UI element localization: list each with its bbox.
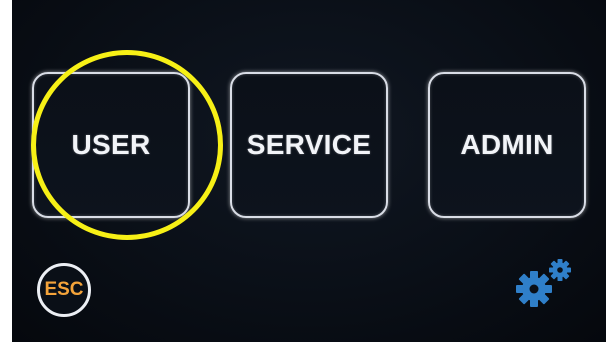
gear-icon — [516, 259, 571, 307]
user-button[interactable]: USER — [32, 72, 190, 218]
service-button-label: SERVICE — [246, 129, 372, 160]
admin-button[interactable]: ADMIN — [428, 72, 586, 218]
photo-frame: USER SERVICE ADMIN ESC — [0, 0, 613, 345]
esc-button-label: ESC — [44, 279, 84, 300]
user-button-label: USER — [71, 129, 151, 160]
settings-button[interactable] — [510, 253, 580, 313]
admin-button-label: ADMIN — [460, 129, 554, 160]
esc-button[interactable]: ESC — [37, 263, 91, 317]
service-button[interactable]: SERVICE — [230, 72, 388, 218]
touch-screen: USER SERVICE ADMIN ESC — [12, 0, 606, 342]
